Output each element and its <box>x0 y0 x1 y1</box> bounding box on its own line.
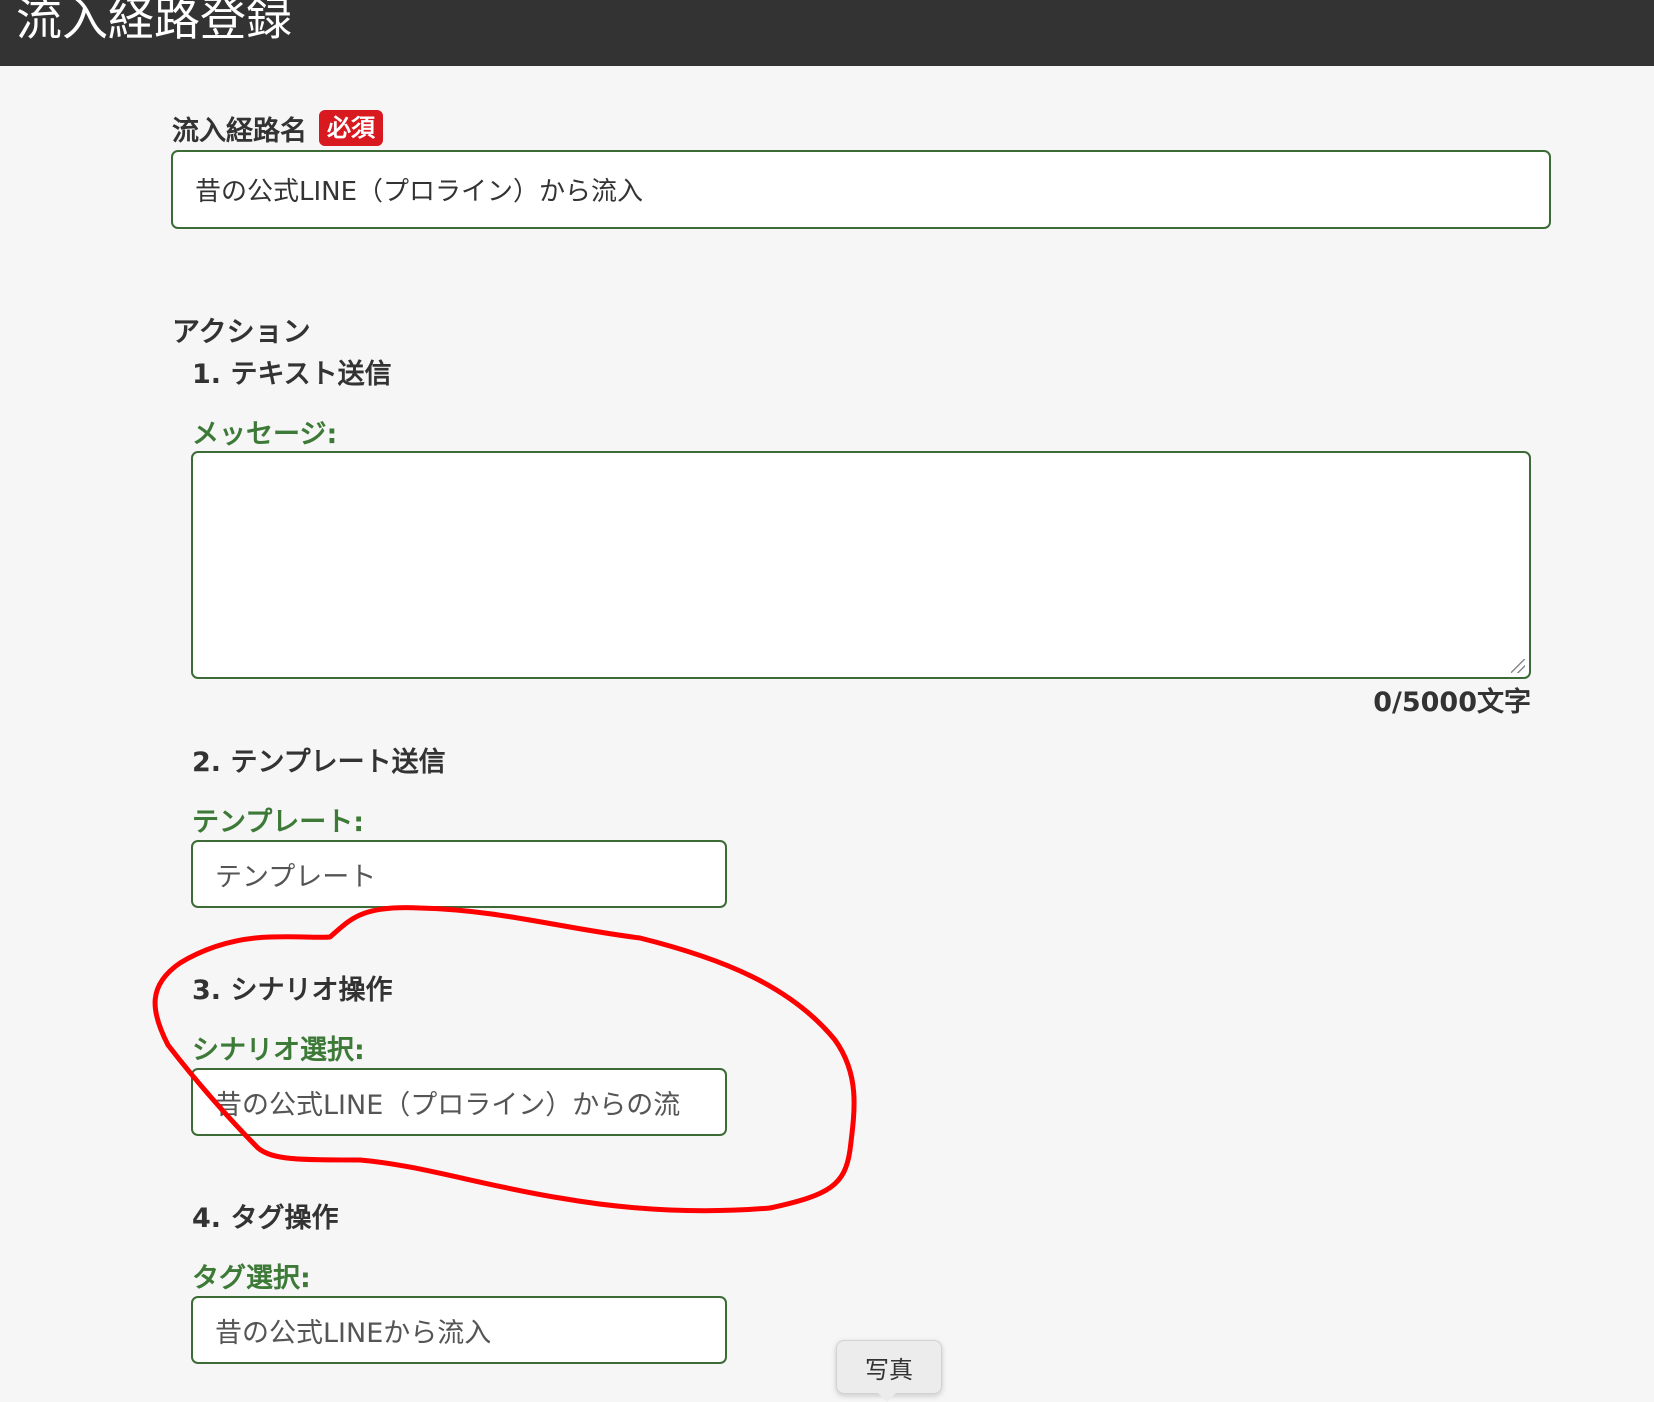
page: 流入経路登録 流入経路名 必須 昔の公式LINE（プロライン）から流入 アクショ… <box>0 0 1654 1402</box>
tag-label: タグ選択: <box>192 1263 311 1294</box>
tooltip-label: 写真 <box>865 1355 913 1384</box>
route-name-value: 昔の公式LINE（プロライン）から流入 <box>195 177 644 207</box>
step1-title: 1. テキスト送信 <box>192 359 392 390</box>
step3-title: 3. シナリオ操作 <box>192 975 393 1006</box>
actions-title: アクション <box>172 315 311 348</box>
scenario-select[interactable]: 昔の公式LINE（プロライン）からの流 <box>191 1068 727 1136</box>
required-badge: 必須 <box>319 110 383 146</box>
message-textarea[interactable] <box>191 451 1531 679</box>
template-select[interactable]: テンプレート <box>191 840 727 908</box>
route-name-input[interactable]: 昔の公式LINE（プロライン）から流入 <box>171 150 1551 229</box>
name-label: 流入経路名 <box>172 115 307 147</box>
page-header: 流入経路登録 <box>0 0 1654 66</box>
tag-value: 昔の公式LINEから流入 <box>215 1317 492 1349</box>
page-title: 流入経路登録 <box>16 0 292 46</box>
tag-select[interactable]: 昔の公式LINEから流入 <box>191 1296 727 1364</box>
message-label: メッセージ: <box>192 419 338 450</box>
resize-handle-icon[interactable] <box>1511 659 1525 673</box>
character-counter: 0/5000文字 <box>1373 687 1531 718</box>
tooltip-arrow <box>876 1391 898 1402</box>
scenario-label: シナリオ選択: <box>192 1035 365 1066</box>
scenario-value: 昔の公式LINE（プロライン）からの流 <box>215 1089 681 1121</box>
step2-title: 2. テンプレート送信 <box>192 747 446 778</box>
template-placeholder: テンプレート <box>215 861 377 893</box>
step4-title: 4. タグ操作 <box>192 1203 339 1234</box>
template-label: テンプレート: <box>192 807 364 838</box>
photo-tooltip: 写真 <box>836 1340 942 1394</box>
name-label-row: 流入経路名 必須 <box>172 108 383 148</box>
